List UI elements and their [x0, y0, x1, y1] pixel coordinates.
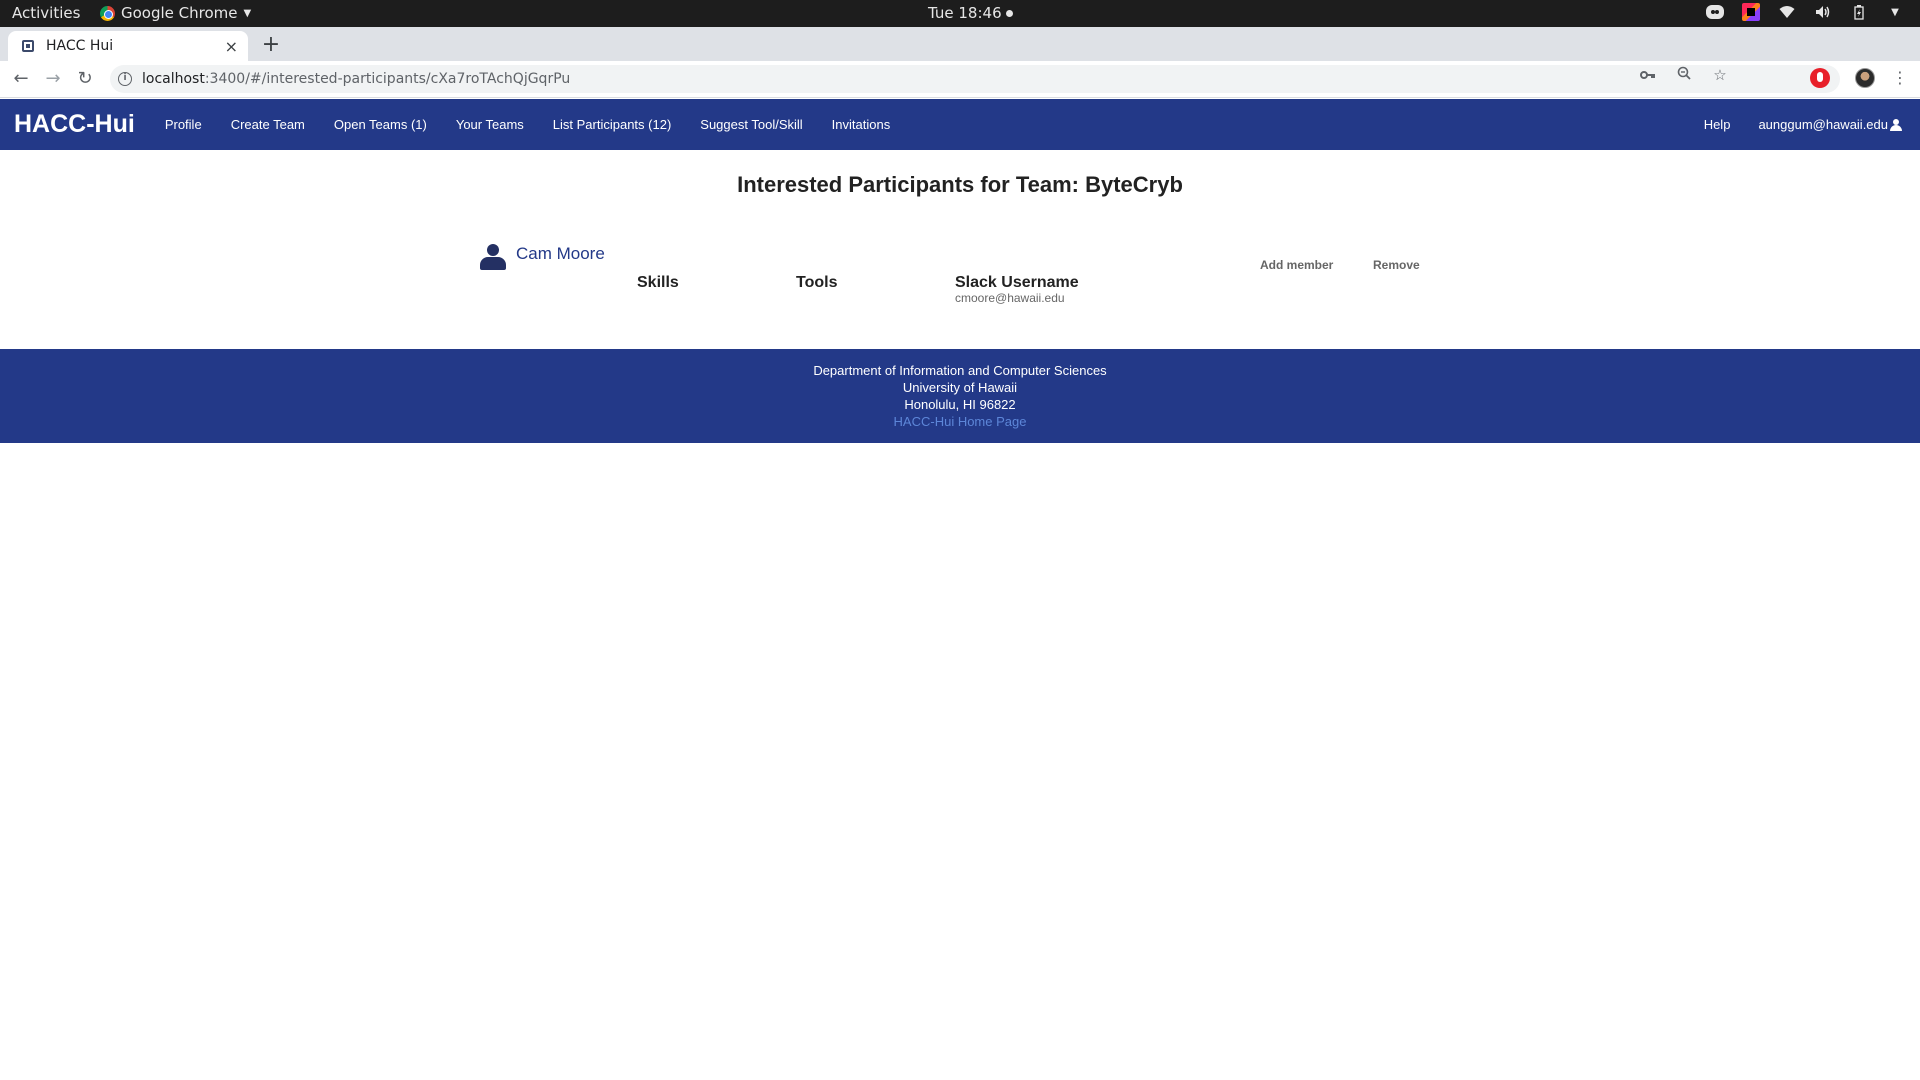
tab-strip: HACC Hui × + [0, 27, 1920, 61]
site-info-icon[interactable]: i [118, 72, 132, 86]
page-title: Interested Participants for Team: ByteCr… [737, 172, 1183, 197]
discord-icon[interactable] [1706, 3, 1724, 21]
tab-title: HACC Hui [46, 38, 114, 54]
footer-university: University of Hawaii [902, 380, 1018, 395]
navbar-right: Help aunggum@hawaii.edu [1704, 117, 1902, 132]
key-icon[interactable] [1638, 65, 1658, 85]
participant-card: Cam Moore Skills Tools Slack Username cm… [478, 242, 1438, 312]
nav-your-teams[interactable]: Your Teams [456, 117, 524, 132]
footer-home-link[interactable]: HACC-Hui Home Page [894, 414, 1027, 429]
user-menu[interactable]: aunggum@hawaii.edu [1758, 117, 1888, 132]
caret-down-icon: ▼ [243, 7, 252, 19]
slack-username-value: cmoore@hawaii.edu [955, 291, 1065, 305]
clock-label: Tue 18:46 [928, 4, 1002, 22]
app-menu-label: Google Chrome [121, 4, 238, 22]
clock[interactable]: Tue 18:46 [928, 4, 1013, 22]
nav-help[interactable]: Help [1704, 117, 1731, 132]
browser-toolbar: ← → ↻ i localhost:3400/#/interested-part… [0, 61, 1920, 98]
slack-username-header: Slack Username [955, 274, 1079, 291]
app-menu[interactable]: Google Chrome ▼ [100, 4, 251, 22]
nav-list-participants[interactable]: List Participants (12) [553, 117, 672, 132]
zoom-icon[interactable] [1674, 65, 1694, 85]
page-footer: Department of Information and Computer S… [0, 349, 1920, 443]
system-top-bar: Activities Google Chrome ▼ Tue 18:46 ▼ [0, 0, 1920, 27]
reload-icon[interactable]: ↻ [73, 67, 97, 91]
omnibox-actions: ☆ [1638, 65, 1730, 85]
extension-icon[interactable] [1810, 68, 1830, 88]
add-member-button[interactable]: Add member [1260, 258, 1333, 272]
footer-department: Department of Information and Computer S… [813, 363, 1107, 378]
nav-create-team[interactable]: Create Team [231, 117, 305, 132]
tools-header: Tools [796, 274, 838, 291]
user-icon [480, 244, 506, 270]
star-icon[interactable]: ☆ [1710, 65, 1730, 85]
app-navbar: HACC-Hui Profile Create Team Open Teams … [0, 99, 1920, 150]
url-path: :3400/#/interested-participants/cXa7roTA… [204, 71, 571, 87]
system-menu-caret-icon[interactable]: ▼ [1886, 3, 1904, 21]
skills-header: Skills [637, 274, 679, 291]
footer-address: Honolulu, HI 96822 [904, 397, 1016, 412]
favicon-icon [22, 40, 34, 52]
activities-button[interactable]: Activities [12, 4, 80, 22]
nav-open-teams[interactable]: Open Teams (1) [334, 117, 427, 132]
tab-close-icon[interactable]: × [225, 37, 238, 56]
volume-icon[interactable] [1814, 3, 1832, 21]
nav-suggest-tool-skill[interactable]: Suggest Tool/Skill [700, 117, 802, 132]
nav-profile[interactable]: Profile [165, 117, 202, 132]
participant-name[interactable]: Cam Moore [516, 244, 605, 264]
more-menu-icon[interactable]: ⋮ [1890, 68, 1910, 88]
back-arrow-icon[interactable]: ← [9, 67, 33, 91]
user-icon[interactable] [1890, 118, 1902, 131]
wifi-icon[interactable] [1778, 3, 1796, 21]
brand-logo[interactable]: HACC-Hui [14, 110, 135, 139]
remove-button[interactable]: Remove [1373, 258, 1420, 272]
system-tray: ▼ [1706, 3, 1904, 21]
profile-avatar[interactable] [1855, 68, 1875, 88]
nav-invitations[interactable]: Invitations [832, 117, 891, 132]
forward-arrow-icon[interactable]: → [41, 67, 65, 91]
notification-dot-icon [1005, 9, 1013, 17]
new-tab-button[interactable]: + [258, 33, 284, 59]
jetbrains-toolbox-icon[interactable] [1742, 3, 1760, 21]
chrome-icon [100, 5, 115, 21]
url-host: localhost [142, 71, 205, 87]
address-bar[interactable]: i localhost:3400/#/interested-participan… [110, 65, 1840, 93]
battery-icon[interactable] [1850, 3, 1868, 21]
browser-tab[interactable]: HACC Hui × [8, 31, 248, 61]
